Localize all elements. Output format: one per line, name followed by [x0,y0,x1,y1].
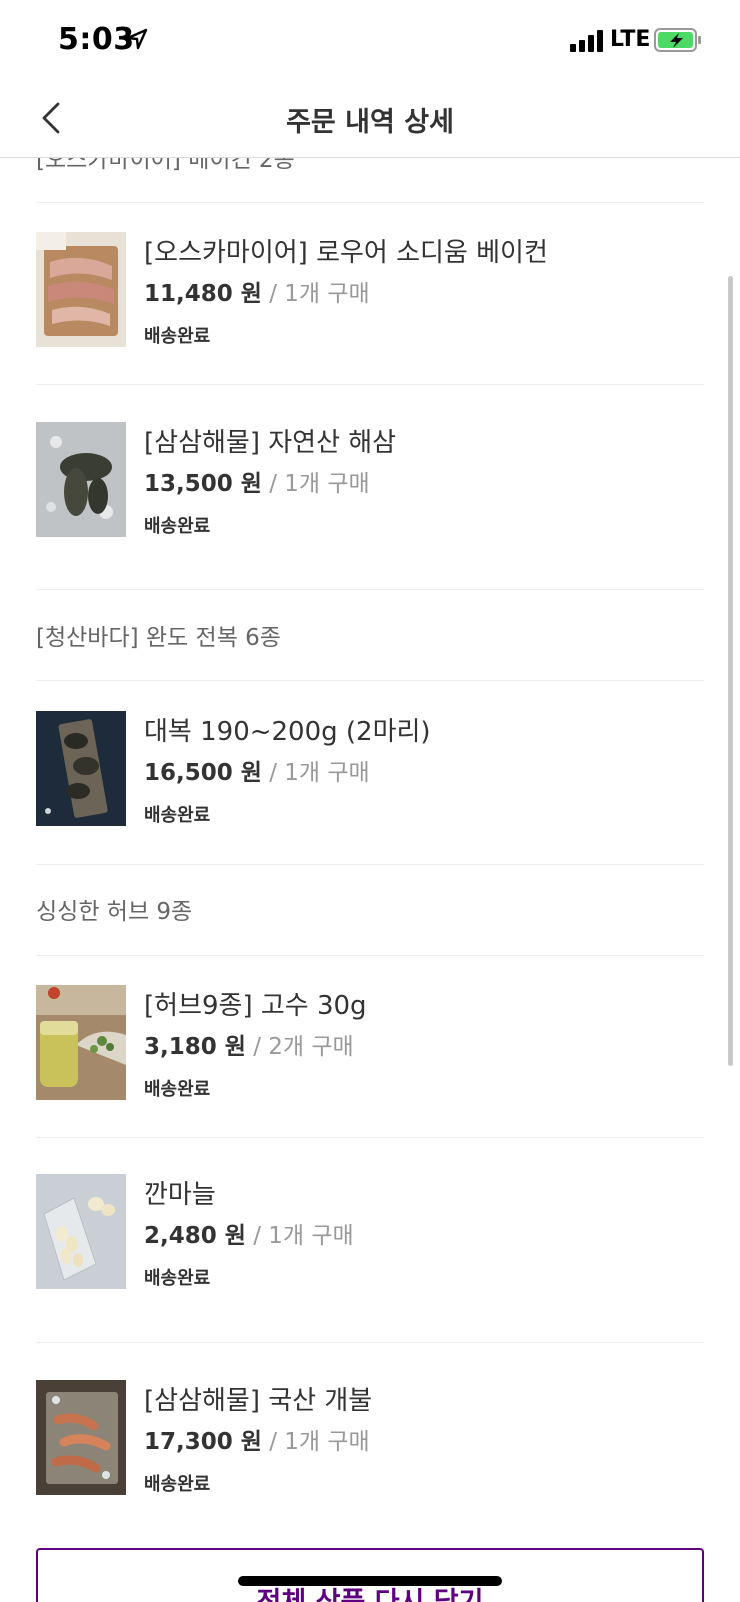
home-indicator [238,1576,502,1586]
divider [36,384,704,385]
item-price-line: 17,300 원 / 1개 구매 [144,1422,370,1456]
status-bar: 5:03 LTE [0,0,740,80]
navigation-bar: 주문 내역 상세 [0,80,740,158]
item-price: 11,480 원 [144,281,262,307]
item-quantity: / 1개 구매 [261,471,370,497]
item-price: 3,180 원 [144,1034,246,1060]
item-price-line: 16,500 원 / 1개 구매 [144,753,370,787]
order-item[interactable]: [허브9종] 고수 30g 3,180 원 / 2개 구매 배송완료 [36,985,704,1101]
product-thumbnail-abalone [36,711,126,826]
item-price: 16,500 원 [144,760,262,786]
order-item[interactable]: 깐마늘 2,480 원 / 1개 구매 배송완료 [36,1174,704,1290]
item-name: 대복 190~200g (2마리) [144,717,431,747]
network-type-label: LTE [610,27,651,52]
reorder-all-button[interactable]: 전체 상품 다시 담기 [36,1548,704,1602]
divider [36,202,704,203]
delivery-status: 배송완료 [144,1474,211,1495]
item-price: 17,300 원 [144,1429,262,1455]
divider [36,955,704,956]
item-quantity: / 1개 구매 [245,1223,354,1249]
delivery-status: 배송완료 [144,326,211,347]
item-price-line: 2,480 원 / 1개 구매 [144,1216,354,1250]
divider [36,680,704,681]
order-item[interactable]: [삼삼해물] 국산 개불 17,300 원 / 1개 구매 배송완료 [36,1380,704,1496]
delivery-status: 배송완료 [144,1079,211,1100]
item-price: 13,500 원 [144,471,262,497]
divider [36,1342,704,1343]
battery-charging-icon [654,28,701,52]
divider [36,1137,704,1138]
group-header-abalone: [청산바다] 완도 전복 6종 [36,625,281,651]
item-name: [오스카마이어] 로우어 소디움 베이컨 [144,238,548,268]
status-time: 5:03 [58,22,135,57]
location-arrow-icon [126,28,148,50]
product-thumbnail-coriander [36,985,126,1100]
divider [36,589,704,590]
delivery-status: 배송완료 [144,516,211,537]
delivery-status: 배송완료 [144,1268,211,1289]
divider [36,864,704,865]
product-thumbnail-garlic [36,1174,126,1289]
item-price: 2,480 원 [144,1223,246,1249]
item-quantity: / 1개 구매 [261,760,370,786]
item-quantity: / 1개 구매 [261,281,370,307]
order-item[interactable]: [오스카마이어] 로우어 소디움 베이컨 11,480 원 / 1개 구매 배송… [36,232,704,348]
item-price-line: 13,500 원 / 1개 구매 [144,464,370,498]
item-name: 깐마늘 [144,1180,216,1210]
order-item[interactable]: 대복 190~200g (2마리) 16,500 원 / 1개 구매 배송완료 [36,711,704,827]
product-thumbnail-sea-cucumber [36,422,126,537]
item-quantity: / 1개 구매 [261,1429,370,1455]
scrollbar[interactable] [728,276,733,1066]
order-detail-list[interactable]: [오스카마이어] 베이컨 2종 [오스카마이어] 로우어 소디움 베이컨 11,… [0,0,740,1602]
item-name: [삼삼해물] 국산 개불 [144,1386,373,1416]
product-thumbnail-bacon [36,232,126,347]
item-price-line: 11,480 원 / 1개 구매 [144,274,370,308]
order-item[interactable]: [삼삼해물] 자연산 해삼 13,500 원 / 1개 구매 배송완료 [36,422,704,538]
item-name: [삼삼해물] 자연산 해삼 [144,428,397,458]
group-header-herbs: 싱싱한 허브 9종 [36,899,193,925]
product-thumbnail-spoon-worm [36,1380,126,1495]
cellular-signal-icon [570,30,603,52]
delivery-status: 배송완료 [144,805,211,826]
item-price-line: 3,180 원 / 2개 구매 [144,1027,354,1061]
item-name: [허브9종] 고수 30g [144,991,367,1021]
page-title: 주문 내역 상세 [286,107,454,138]
item-quantity: / 2개 구매 [245,1034,354,1060]
